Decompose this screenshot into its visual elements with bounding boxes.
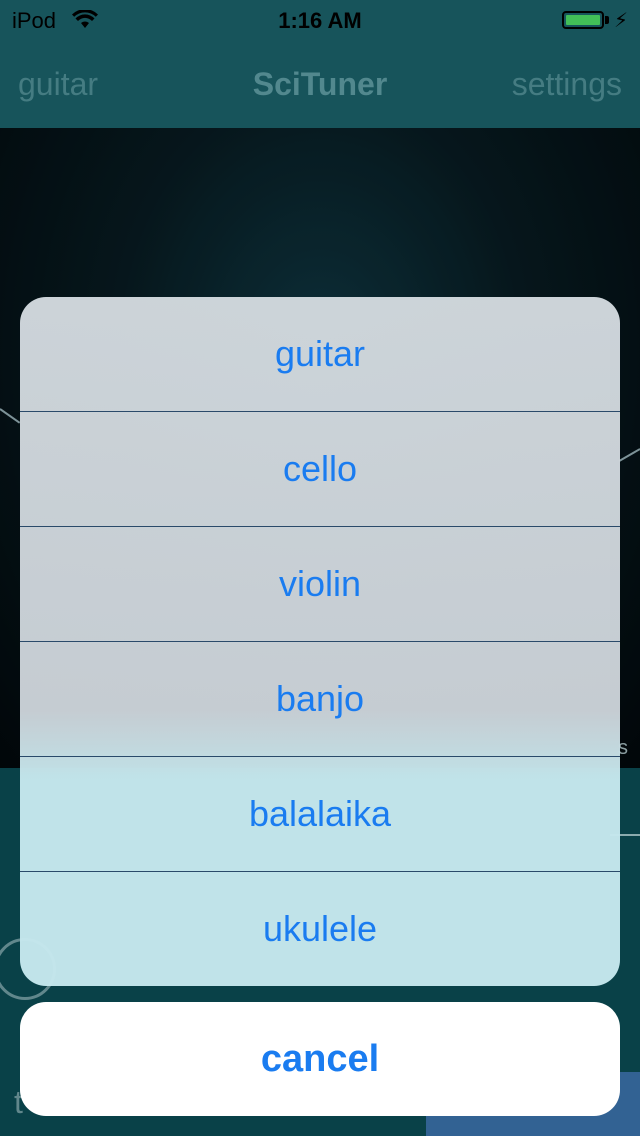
option-balalaika[interactable]: balalaika: [20, 757, 620, 871]
option-ukulele[interactable]: ukulele: [20, 872, 620, 986]
option-banjo[interactable]: banjo: [20, 642, 620, 756]
option-guitar[interactable]: guitar: [20, 297, 620, 411]
option-cello[interactable]: cello: [20, 412, 620, 526]
cancel-button[interactable]: cancel: [20, 1002, 620, 1116]
option-violin[interactable]: violin: [20, 527, 620, 641]
instrument-action-sheet: guitar cello violin banjo balalaika ukul…: [20, 297, 620, 986]
